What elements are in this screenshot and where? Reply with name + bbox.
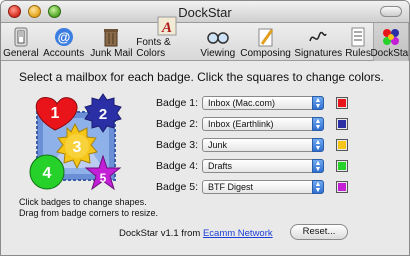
tab-signatures-label: Signatures (294, 48, 343, 59)
tab-fonts-colors[interactable]: A Fonts & Colors (136, 16, 198, 61)
tab-junk-mail[interactable]: Junk Mail (87, 23, 137, 61)
ecamm-network-link[interactable]: Ecamm Network (203, 228, 273, 239)
rules-icon (347, 27, 369, 47)
badge-row-2: Badge 2: Inbox (Earthlink) ▲ ▼ (156, 116, 348, 132)
badge-1-mailbox-value: Inbox (Mac.com) (208, 98, 276, 108)
tab-viewing-label: Viewing (200, 48, 236, 59)
popup-arrows-icon: ▲ ▼ (312, 117, 324, 131)
tab-accounts[interactable]: @ Accounts (41, 23, 87, 61)
badge-2-color-fill (338, 120, 346, 128)
tab-fonts-colors-label: Fonts & Colors (136, 37, 171, 59)
toolbar-toggle-button[interactable] (380, 6, 402, 17)
badge-1-label: Badge 1: (156, 97, 199, 109)
tab-signatures[interactable]: Signatures (293, 23, 343, 61)
hint-text: Click badges to change shapes. Drag from… (19, 197, 158, 219)
badge-4-mailbox-popup[interactable]: Drafts ▲ ▼ (202, 159, 324, 173)
font-a-icon: A (156, 16, 178, 36)
window-title: DockStar (178, 5, 232, 20)
badge-4-number: 4 (43, 165, 52, 182)
badge-row-4: Badge 4: Drafts ▲ ▼ (156, 158, 348, 174)
version-info: DockStar v1.1 from Ecamm Network (119, 228, 273, 239)
version-text: DockStar v1.1 from (119, 228, 201, 239)
badge-4-color-swatch[interactable] (336, 160, 348, 172)
tab-dockstar[interactable]: DockStar (370, 23, 410, 61)
instructions-text: Select a mailbox for each badge. Click t… (19, 70, 384, 84)
title-bar: DockStar (1, 1, 409, 23)
popup-arrows-icon: ▲ ▼ (312, 180, 324, 194)
badge-1-number: 1 (51, 105, 60, 122)
tab-dockstar-label: DockStar (370, 48, 410, 59)
popup-arrows-icon: ▲ ▼ (312, 159, 324, 173)
signature-icon (307, 27, 329, 47)
tab-composing-label: Composing (240, 48, 291, 59)
tab-junk-mail-label: Junk Mail (90, 48, 133, 59)
badge-3-mailbox-value: Junk (208, 140, 228, 150)
badge-4-circle[interactable]: 4 (29, 154, 65, 190)
tab-rules[interactable]: Rules (343, 23, 373, 61)
badge-row-5: Badge 5: BTF Digest ▲ ▼ (156, 179, 348, 195)
badge-5-mailbox-popup[interactable]: BTF Digest ▲ ▼ (202, 180, 324, 194)
badge-1-color-swatch[interactable] (336, 97, 348, 109)
badge-5-label: Badge 5: (156, 181, 199, 193)
badge-3-mailbox-popup[interactable]: Junk ▲ ▼ (202, 138, 324, 152)
hint-line-2: Drag from badge corners to resize. (19, 208, 159, 218)
svg-text:A: A (161, 20, 172, 36)
preferences-toolbar: General @ Accounts Junk Mail A Fonts & C… (1, 16, 410, 61)
badge-4-mailbox-value: Drafts (208, 161, 233, 171)
badge-row-3: Badge 3: Junk ▲ ▼ (156, 137, 348, 153)
badge-2-mailbox-value: Inbox (Earthlink) (208, 119, 274, 129)
badge-1-mailbox-popup[interactable]: Inbox (Mac.com) ▲ ▼ (202, 96, 324, 110)
badge-2-color-swatch[interactable] (336, 118, 348, 130)
badge-3-color-swatch[interactable] (336, 139, 348, 151)
popup-arrows-icon: ▲ ▼ (312, 96, 324, 110)
tab-general-label: General (3, 48, 39, 59)
badge-2-mailbox-popup[interactable]: Inbox (Earthlink) ▲ ▼ (202, 117, 324, 131)
badge-2-number: 2 (99, 106, 107, 123)
svg-text:@: @ (57, 30, 70, 45)
badge-preview: 1 2 3 4 5 (29, 93, 122, 191)
badge-4-label: Badge 4: (156, 160, 199, 172)
dockstar-pane: Select a mailbox for each badge. Click t… (1, 62, 409, 255)
tab-viewing[interactable]: Viewing (198, 23, 238, 61)
tab-rules-label: Rules (345, 48, 371, 59)
popup-arrows-icon: ▲ ▼ (312, 138, 324, 152)
badge-5-color-swatch[interactable] (336, 181, 348, 193)
glasses-icon (207, 27, 229, 47)
badge-3-number: 3 (73, 139, 82, 156)
dockstar-icon (380, 27, 402, 47)
tab-general[interactable]: General (1, 23, 41, 61)
preferences-window: DockStar General @ Accounts Junk Mail A (0, 0, 410, 256)
badge-4-color-fill (338, 162, 346, 170)
tab-composing[interactable]: Composing (238, 23, 294, 61)
badge-5-number: 5 (100, 171, 107, 185)
trash-bin-icon (100, 27, 122, 47)
light-switch-icon (10, 27, 32, 47)
badge-3-color-fill (338, 141, 346, 149)
pencil-paper-icon (255, 27, 277, 47)
badge-2-label: Badge 2: (156, 118, 199, 130)
at-sign-icon: @ (53, 27, 75, 47)
badge-1-color-fill (338, 99, 346, 107)
hint-line-1: Click badges to change shapes. (19, 197, 147, 207)
reset-button[interactable]: Reset... (290, 224, 348, 240)
badge-5-color-fill (338, 183, 346, 191)
badge-3-label: Badge 3: (156, 139, 199, 151)
tab-accounts-label: Accounts (43, 48, 85, 59)
badge-row-1: Badge 1: Inbox (Mac.com) ▲ ▼ (156, 95, 348, 111)
badge-5-mailbox-value: BTF Digest (208, 182, 254, 192)
